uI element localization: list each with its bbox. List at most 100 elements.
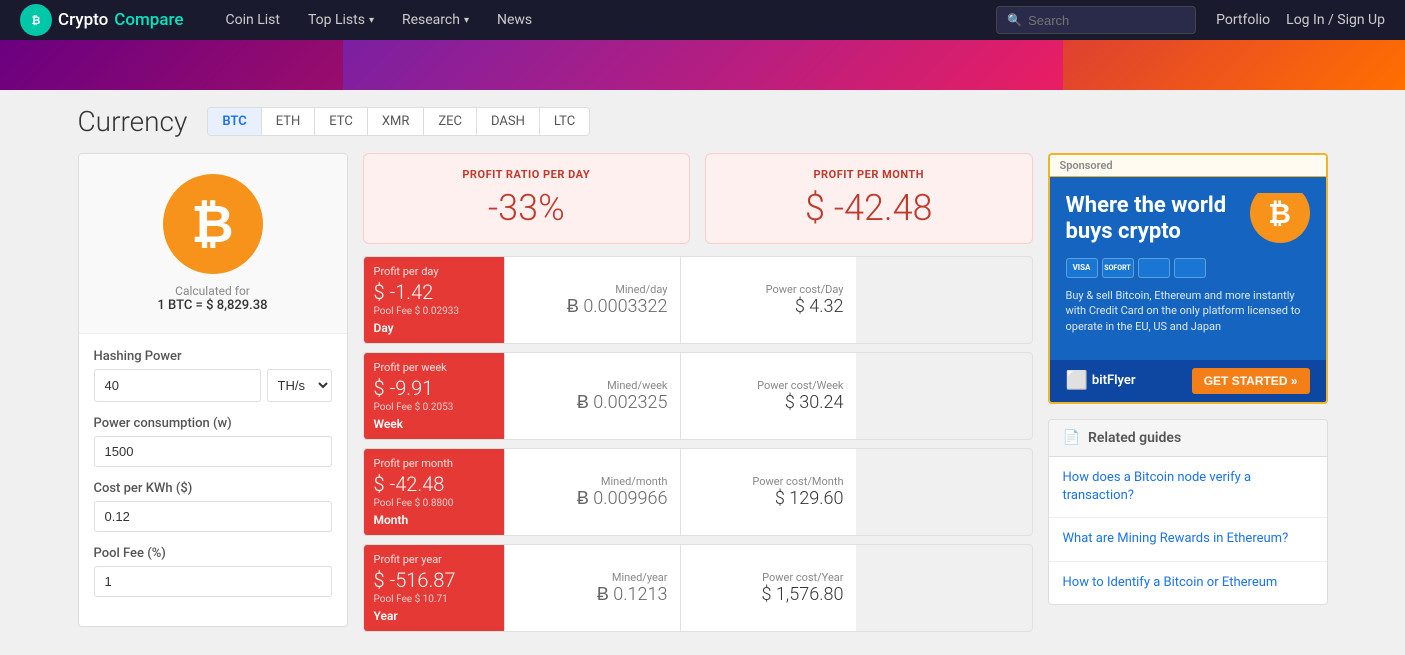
year-power-label: Power cost/Year	[693, 571, 844, 584]
week-mined-cell: Mined/week Ƀ 0.002325	[504, 353, 680, 439]
hashing-power-input[interactable]	[94, 369, 261, 402]
pool-fee-label: Pool Fee (%)	[94, 546, 332, 561]
list-item[interactable]: What are Mining Rewards in Ethereum?	[1049, 518, 1327, 561]
year-mined-value: Ƀ 0.1213	[517, 584, 668, 605]
left-panel: ₿ Calculated for 1 BTC = $ 8,829.38 Hash…	[78, 153, 348, 627]
cost-kwh-input[interactable]	[94, 501, 332, 532]
navbar: ₿ CryptoCompare Coin List Top Lists ▾ Re…	[0, 0, 1405, 40]
week-power-value: $ 30.24	[693, 392, 844, 413]
page-title: Currency	[78, 105, 188, 138]
power-consumption-group: Power consumption (w)	[94, 416, 332, 467]
profit-month-label: PROFIT PER MONTH	[724, 168, 1014, 181]
pool-fee-input[interactable]	[94, 566, 332, 597]
form-panel: Hashing Power TH/s GH/s MH/s Power consu…	[79, 334, 347, 626]
month-mined-label: Mined/month	[517, 475, 668, 488]
tab-xmr[interactable]: XMR	[368, 108, 425, 135]
tab-zec[interactable]: ZEC	[424, 108, 477, 135]
hashing-power-unit[interactable]: TH/s GH/s MH/s	[267, 369, 332, 402]
btc-icon-area: ₿ Calculated for 1 BTC = $ 8,829.38	[79, 154, 347, 334]
month-mined-value: Ƀ 0.009966	[517, 488, 668, 509]
get-started-button[interactable]: GET STARTED »	[1192, 368, 1310, 394]
cost-kwh-label: Cost per KWh ($)	[94, 481, 332, 496]
power-consumption-label: Power consumption (w)	[94, 416, 332, 431]
search-input[interactable]	[1028, 13, 1188, 28]
related-guides-header: 📄 Related guides	[1049, 420, 1327, 457]
day-power-value: $ 4.32	[693, 296, 844, 317]
nav-news[interactable]: News	[485, 0, 544, 40]
calc-for-label: Calculated for	[99, 284, 327, 298]
week-mined-label: Mined/week	[517, 379, 668, 392]
year-power-cell: Power cost/Year $ 1,576.80	[680, 545, 856, 631]
day-pool-fee: Pool Fee $ 0.02933	[374, 306, 494, 317]
power-consumption-input[interactable]	[94, 436, 332, 467]
tab-btc[interactable]: BTC	[208, 108, 261, 135]
brand[interactable]: ₿ CryptoCompare	[20, 4, 183, 36]
content-grid: ₿ Calculated for 1 BTC = $ 8,829.38 Hash…	[78, 153, 1328, 640]
related-guides-title: Related guides	[1088, 430, 1181, 446]
brand-crypto: Crypto	[58, 10, 108, 30]
search-box[interactable]: 🔍	[996, 6, 1196, 34]
month-mined-cell: Mined/month Ƀ 0.009966	[504, 449, 680, 535]
day-mined-value: Ƀ 0.0003322	[517, 296, 668, 317]
hashing-power-label: Hashing Power	[94, 349, 332, 364]
table-row: Profit per day $ -1.42 Pool Fee $ 0.0293…	[363, 256, 1033, 344]
ad-footer: ⬜ bitFlyer GET STARTED »	[1050, 360, 1326, 402]
related-guides: 📄 Related guides How does a Bitcoin node…	[1048, 419, 1328, 605]
month-power-label: Power cost/Month	[693, 475, 844, 488]
portfolio-link[interactable]: Portfolio	[1216, 12, 1270, 28]
day-label-cell: Profit per day $ -1.42 Pool Fee $ 0.0293…	[364, 257, 504, 343]
bitflyer-logo: ⬜ bitFlyer	[1066, 370, 1136, 391]
hashing-power-input-row: TH/s GH/s MH/s	[94, 369, 332, 402]
top-lists-caret: ▾	[369, 15, 374, 26]
tab-dash[interactable]: DASH	[477, 108, 540, 135]
year-period: Year	[374, 609, 494, 623]
nav-research[interactable]: Research ▾	[390, 0, 481, 40]
day-mined-cell: Mined/day Ƀ 0.0003322	[504, 257, 680, 343]
year-label-cell: Profit per year $ -516.87 Pool Fee $ 10.…	[364, 545, 504, 631]
profit-ratio-label: PROFIT RATIO PER DAY	[382, 168, 672, 181]
nav-coin-list[interactable]: Coin List	[213, 0, 291, 40]
nav-links: Coin List Top Lists ▾ Research ▾ News	[213, 0, 986, 40]
cost-kwh-group: Cost per KWh ($)	[94, 481, 332, 532]
list-item[interactable]: How to Identify a Bitcoin or Ethereum	[1049, 562, 1327, 604]
week-label-cell: Profit per week $ -9.91 Pool Fee $ 0.205…	[364, 353, 504, 439]
brand-logo: ₿	[20, 4, 52, 36]
visa-icon: VISA	[1066, 258, 1098, 278]
center-panel: PROFIT RATIO PER DAY -33% PROFIT PER MON…	[363, 153, 1033, 640]
day-mined-label: Mined/day	[517, 283, 668, 296]
list-item[interactable]: How does a Bitcoin node verify a transac…	[1049, 457, 1327, 518]
btc-symbol: ₿	[191, 194, 233, 255]
sofort-icon: SOFORT	[1102, 258, 1134, 278]
month-profit-label: Profit per month	[374, 457, 494, 470]
profit-boxes: PROFIT RATIO PER DAY -33% PROFIT PER MON…	[363, 153, 1033, 244]
year-profit-value: $ -516.87	[374, 568, 494, 592]
tab-eth[interactable]: ETH	[262, 108, 316, 135]
data-rows: Profit per day $ -1.42 Pool Fee $ 0.0293…	[363, 256, 1033, 632]
week-power-cell: Power cost/Week $ 30.24	[680, 353, 856, 439]
currency-header: Currency BTC ETH ETC XMR ZEC DASH LTC	[78, 105, 1328, 138]
currency-tabs: BTC ETH ETC XMR ZEC DASH LTC	[207, 107, 590, 136]
nav-top-lists[interactable]: Top Lists ▾	[296, 0, 386, 40]
month-period: Month	[374, 513, 494, 527]
day-profit-value: $ -1.42	[374, 280, 494, 304]
banner	[0, 40, 1405, 90]
month-power-value: $ 129.60	[693, 488, 844, 509]
payment-icon-4	[1174, 258, 1206, 278]
year-mined-cell: Mined/year Ƀ 0.1213	[504, 545, 680, 631]
month-power-cell: Power cost/Month $ 129.60	[680, 449, 856, 535]
hashing-power-group: Hashing Power TH/s GH/s MH/s	[94, 349, 332, 402]
calc-value: 1 BTC = $ 8,829.38	[99, 298, 327, 313]
month-pool-fee: Pool Fee $ 0.8800	[374, 498, 494, 509]
tab-ltc[interactable]: LTC	[540, 108, 589, 135]
day-profit-label: Profit per day	[374, 265, 494, 278]
ad-box: Sponsored ₿ Where the world buys crypto …	[1048, 153, 1328, 404]
month-label-cell: Profit per month $ -42.48 Pool Fee $ 0.8…	[364, 449, 504, 535]
month-profit-value: $ -42.48	[374, 472, 494, 496]
day-power-cell: Power cost/Day $ 4.32	[680, 257, 856, 343]
day-period: Day	[374, 321, 494, 335]
tab-etc[interactable]: ETC	[315, 108, 368, 135]
login-link[interactable]: Log In / Sign Up	[1286, 12, 1385, 28]
btc-icon: ₿	[163, 174, 263, 274]
week-power-label: Power cost/Week	[693, 379, 844, 392]
pool-fee-group: Pool Fee (%)	[94, 546, 332, 597]
